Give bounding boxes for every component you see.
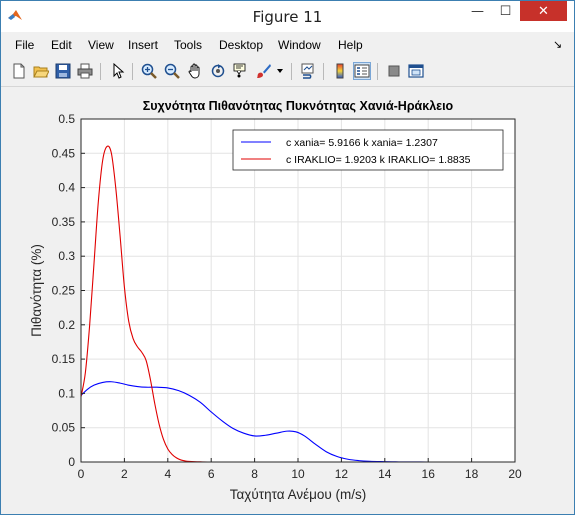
x-tick-label: 6	[208, 467, 215, 481]
y-tick-label: 0.1	[58, 386, 75, 400]
maximize-button[interactable]: ☐	[492, 1, 519, 21]
close-button[interactable]: ✕	[520, 1, 567, 21]
x-tick-label: 16	[422, 467, 436, 481]
menu-edit[interactable]: Edit	[51, 38, 72, 52]
figure-window: Figure 11 — ☐ ✕ File Edit View Insert To…	[0, 0, 575, 515]
x-tick-label: 8	[251, 467, 258, 481]
figure-toolbar	[1, 57, 574, 87]
brush-dropdown-icon[interactable]	[275, 62, 285, 80]
new-figure-icon[interactable]	[10, 62, 28, 80]
toolbar-separator	[323, 63, 324, 80]
y-axis-label: Πιθανότητα (%)	[29, 244, 44, 337]
y-tick-label: 0.25	[52, 284, 76, 298]
rotate-3d-icon[interactable]	[209, 62, 227, 80]
y-tick-label: 0.2	[58, 318, 75, 332]
link-plot-icon[interactable]	[299, 62, 317, 80]
y-tick-label: 0.4	[58, 181, 75, 195]
toolbar-separator	[377, 63, 378, 80]
zoom-out-icon[interactable]	[163, 62, 181, 80]
zoom-in-icon[interactable]	[140, 62, 158, 80]
menu-desktop[interactable]: Desktop	[219, 38, 263, 52]
toolbar-separator	[291, 63, 292, 80]
x-tick-label: 18	[465, 467, 479, 481]
save-icon[interactable]	[54, 62, 72, 80]
legend-label-series-2: c IRAKLIO= 1.9203 k IRAKLIO= 1.8835	[286, 154, 471, 166]
insert-legend-icon[interactable]	[353, 62, 371, 80]
x-tick-label: 10	[291, 467, 305, 481]
close-icon: ✕	[538, 3, 549, 19]
title-bar[interactable]: Figure 11 — ☐ ✕	[1, 1, 574, 32]
menu-file[interactable]: File	[15, 38, 34, 52]
menu-insert[interactable]: Insert	[128, 38, 158, 52]
maximize-icon: ☐	[499, 3, 512, 19]
brush-icon[interactable]	[255, 62, 273, 80]
x-tick-label: 0	[78, 467, 85, 481]
print-icon[interactable]	[76, 62, 94, 80]
y-tick-label: 0.15	[52, 352, 76, 366]
y-tick-label: 0	[68, 455, 75, 469]
open-file-icon[interactable]	[32, 62, 50, 80]
toolbar-separator	[132, 63, 133, 80]
y-tick-label: 0.45	[52, 146, 76, 160]
x-tick-label: 20	[508, 467, 522, 481]
y-tick-label: 0.3	[58, 249, 75, 263]
legend-label-series-1: c xania= 5.9166 k xania= 1.2307	[286, 137, 438, 149]
edit-plot-arrow-icon[interactable]	[109, 62, 127, 80]
minimize-icon: —	[471, 3, 484, 19]
x-tick-label: 12	[335, 467, 349, 481]
x-tick-label: 2	[121, 467, 128, 481]
menu-overflow-icon[interactable]: ↘	[553, 38, 562, 51]
plot-svg[interactable]: Συχνότητα Πιθανότητας Πυκνότητας Χανιά-Η…	[1, 87, 574, 514]
hide-plot-tools-icon[interactable]	[385, 62, 403, 80]
menu-bar: File Edit View Insert Tools Desktop Wind…	[1, 32, 574, 57]
show-plot-tools-icon[interactable]	[407, 62, 425, 80]
y-tick-label: 0.05	[52, 421, 76, 435]
menu-help[interactable]: Help	[338, 38, 363, 52]
chart-title: Συχνότητα Πιθανότητας Πυκνότητας Χανιά-Η…	[143, 99, 454, 113]
x-tick-label: 4	[164, 467, 171, 481]
insert-colorbar-icon[interactable]	[331, 62, 349, 80]
menu-window[interactable]: Window	[278, 38, 321, 52]
figure-canvas[interactable]: Συχνότητα Πιθανότητας Πυκνότητας Χανιά-Η…	[1, 87, 574, 514]
pan-hand-icon[interactable]	[186, 62, 204, 80]
y-tick-label: 0.5	[58, 112, 75, 126]
toolbar-separator	[100, 63, 101, 80]
x-tick-label: 14	[378, 467, 392, 481]
minimize-button[interactable]: —	[464, 1, 491, 21]
legend[interactable]: c xania= 5.9166 k xania= 1.2307 c IRAKLI…	[232, 129, 504, 171]
x-axis-label: Ταχύτητα Ανέμου (m/s)	[230, 487, 367, 502]
data-cursor-icon[interactable]	[232, 62, 250, 80]
menu-view[interactable]: View	[88, 38, 114, 52]
menu-tools[interactable]: Tools	[174, 38, 202, 52]
y-tick-label: 0.35	[52, 215, 76, 229]
